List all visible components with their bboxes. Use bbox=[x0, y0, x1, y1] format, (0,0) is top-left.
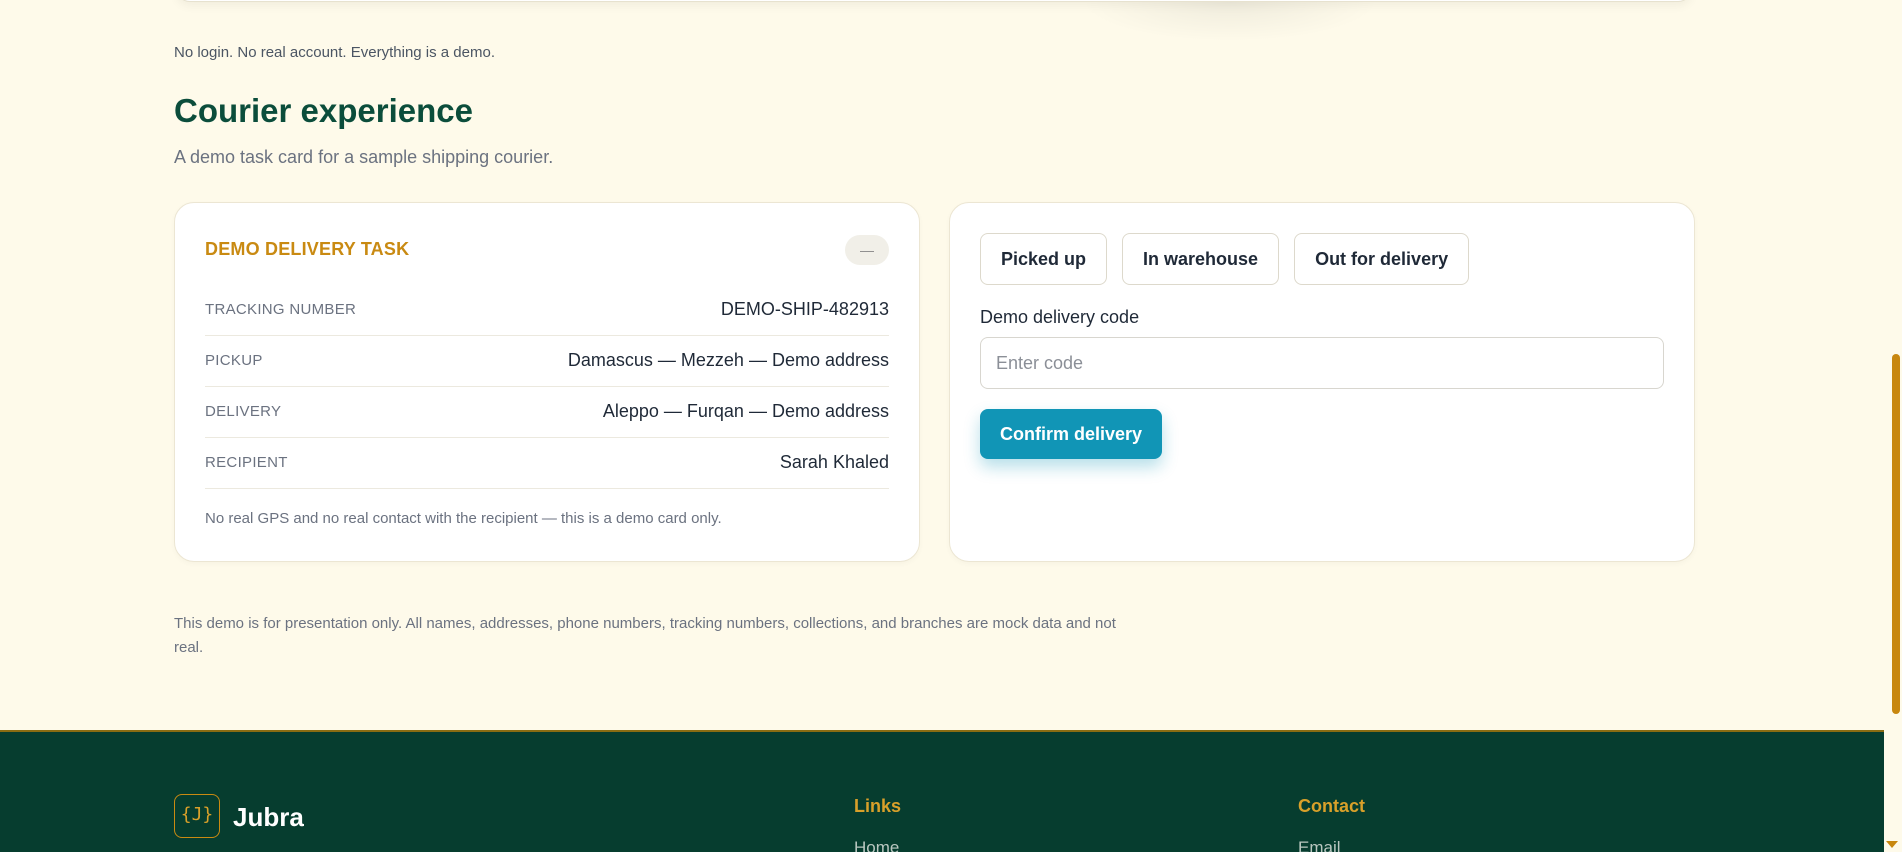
site-footer: {J} Jubra Links Home Contact Email bbox=[0, 730, 1884, 852]
task-card-header: DEMO DELIVERY TASK — bbox=[205, 235, 889, 269]
task-row-pickup: PICKUP Damascus — Mezzeh — Demo address bbox=[205, 336, 889, 387]
section-subtitle: A demo task card for a sample shipping c… bbox=[174, 147, 554, 167]
row-value: Aleppo — Furqan — Demo address bbox=[602, 401, 889, 421]
task-status-badge: — bbox=[845, 235, 889, 265]
status-button-group: Picked up In warehouse Out for delivery bbox=[980, 233, 1470, 285]
row-label: TRACKING NUMBER bbox=[205, 301, 357, 318]
task-row-delivery: DELIVERY Aleppo — Furqan — Demo address bbox=[205, 387, 889, 438]
task-card-note: No real GPS and no real contact with the… bbox=[205, 510, 722, 527]
footer-links-heading: Links bbox=[854, 796, 902, 816]
delivery-task-card: DEMO DELIVERY TASK — TRACKING NUMBER DEM… bbox=[174, 202, 920, 562]
scroll-down-arrow-icon[interactable] bbox=[1886, 841, 1898, 848]
page-scrollbar[interactable] bbox=[1884, 0, 1902, 852]
confirm-delivery-button[interactable]: Confirm delivery bbox=[980, 409, 1163, 459]
brand-logo-icon[interactable]: {J} bbox=[174, 794, 220, 838]
demo-note: No login. No real account. Everything is… bbox=[174, 44, 495, 61]
brand-name[interactable]: Jubra bbox=[233, 802, 304, 833]
task-row-tracking-number: TRACKING NUMBER DEMO-SHIP-482913 bbox=[205, 285, 889, 336]
picked-up-button[interactable]: Picked up bbox=[980, 233, 1108, 285]
out-for-delivery-button[interactable]: Out for delivery bbox=[1294, 233, 1470, 285]
row-value: Sarah Khaled bbox=[779, 452, 889, 472]
row-label: RECIPIENT bbox=[205, 454, 288, 471]
delivery-code-label: Demo delivery code bbox=[980, 307, 1140, 327]
footer-contact-heading: Contact bbox=[1298, 796, 1365, 816]
page: No login. No real account. Everything is… bbox=[0, 0, 1902, 852]
demo-disclaimer: This demo is for presentation only. All … bbox=[174, 615, 1116, 656]
previous-section-shadow bbox=[1080, 2, 1380, 42]
task-details-list: TRACKING NUMBER DEMO-SHIP-482913 PICKUP … bbox=[205, 285, 889, 489]
row-value: Damascus — Mezzeh — Demo address bbox=[567, 350, 889, 370]
section-title: Courier experience bbox=[174, 92, 473, 129]
row-label: PICKUP bbox=[205, 352, 263, 369]
delivery-code-input[interactable] bbox=[980, 337, 1664, 389]
row-label: DELIVERY bbox=[205, 403, 282, 420]
scrollbar-thumb[interactable] bbox=[1892, 354, 1900, 714]
delivery-actions-card: Picked up In warehouse Out for delivery … bbox=[949, 202, 1695, 562]
in-warehouse-button[interactable]: In warehouse bbox=[1122, 233, 1280, 285]
row-value: DEMO-SHIP-482913 bbox=[720, 299, 889, 319]
footer-link-home[interactable]: Home bbox=[854, 838, 899, 852]
task-row-recipient: RECIPIENT Sarah Khaled bbox=[205, 438, 889, 489]
task-card-title: DEMO DELIVERY TASK bbox=[205, 239, 410, 259]
footer-link-email[interactable]: Email bbox=[1298, 838, 1341, 852]
previous-section-card bbox=[176, 0, 1692, 2]
